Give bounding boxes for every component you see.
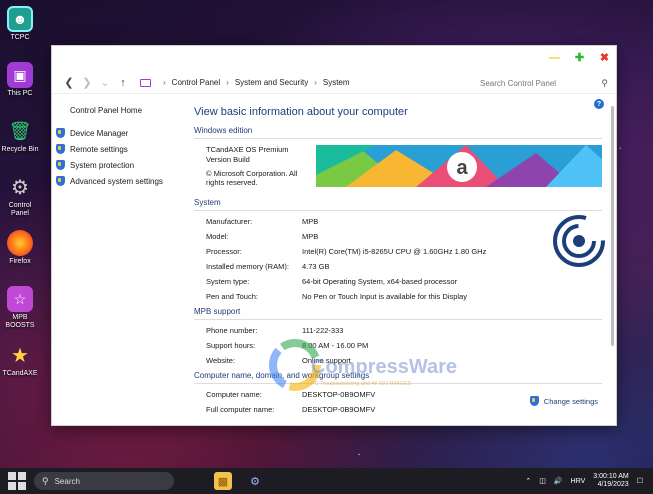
desktop-icons: ☻ TCPC ▣ This PC 🗑 Recycle Bin ⚙ Control… — [0, 6, 40, 398]
control-panel-home-link[interactable]: Control Panel Home — [70, 106, 186, 115]
section-system: System — [194, 198, 602, 211]
os-banner-image: a — [315, 145, 602, 187]
recent-locations-button[interactable]: ⌄ — [96, 76, 114, 89]
shield-icon — [529, 396, 539, 406]
language-indicator[interactable]: HRV — [571, 478, 586, 485]
start-button[interactable] — [8, 472, 26, 490]
system-window: — ✚ ✖ ❮ ❯ ⌄ ↑ › Control Panel › System a… — [51, 45, 617, 426]
taskbar: ⚲ Search ▩ ⚙ ⌃ ◫ 🔊 HRV 3:00:10 AM 4/19/2… — [0, 468, 653, 494]
edition-build: Version Build — [206, 154, 250, 164]
search-icon: ⚲ — [42, 475, 49, 486]
gear-icon: ⚙ — [11, 176, 29, 199]
remote-settings-link[interactable]: Remote settings — [56, 144, 186, 154]
monitor-icon — [140, 78, 151, 87]
compressware-watermark: CompressWare PC Troubleshooting and All … — [267, 333, 467, 393]
change-settings-link[interactable]: Change settings — [529, 396, 598, 406]
page-title: View basic information about your comput… — [194, 106, 408, 118]
network-icon[interactable]: ◫ — [539, 477, 546, 485]
edition-name: TCandAXE OS Premium — [206, 145, 289, 154]
shield-icon — [56, 144, 65, 154]
system-row: Installed memory (RAM): 4.73 GB — [206, 262, 330, 271]
shield-icon — [56, 160, 65, 170]
window-controls: — ✚ ✖ — [549, 53, 610, 64]
gear-icon[interactable]: ⚙ — [246, 472, 264, 490]
title-bar[interactable]: — ✚ ✖ — [52, 46, 616, 72]
system-row: Processor: Intel(R) Core(TM) i5-8265U CPU… — [206, 247, 487, 256]
svg-text:PC Troubleshooting and All ISO: PC Troubleshooting and All ISO IMAGES — [311, 381, 412, 387]
svg-text:a: a — [456, 157, 468, 179]
desktop-icon-recycle-bin[interactable]: 🗑 Recycle Bin — [0, 118, 40, 174]
boost-icon: ☆ — [7, 286, 33, 312]
tcpc-icon: ☻ — [7, 6, 33, 32]
search-input[interactable]: Search Control Panel ⚲ — [476, 75, 608, 91]
breadcrumb: › Control Panel › System and Security › … — [140, 78, 460, 87]
system-row: Pen and Touch: No Pen or Touch Input is a… — [206, 292, 467, 301]
breadcrumb-system[interactable]: System — [323, 78, 350, 87]
svg-text:CompressWare: CompressWare — [311, 356, 457, 378]
system-info: Manufacturer: MPB Model: MPB Processor: Int… — [194, 217, 602, 301]
file-explorer-icon[interactable]: ▩ — [214, 472, 232, 490]
shield-icon — [56, 176, 65, 186]
system-tray: ⌃ ◫ 🔊 HRV 3:00:10 AM 4/19/2023 ☐ — [525, 468, 643, 494]
volume-icon[interactable]: 🔊 — [554, 477, 563, 485]
edition-copyright: © Microsoft Corporation. All rights rese… — [206, 168, 298, 188]
desktop-icon-firefox[interactable]: Firefox — [0, 230, 40, 286]
desktop-icon-tcpc[interactable]: ☻ TCPC — [0, 6, 40, 62]
search-placeholder: Search Control Panel — [480, 78, 557, 88]
taskbar-search[interactable]: ⚲ Search — [34, 472, 174, 490]
breadcrumb-system-and-security[interactable]: System and Security — [235, 78, 308, 87]
chevron-up-icon[interactable]: ⌃ — [525, 477, 531, 485]
device-manager-link[interactable]: Device Manager — [56, 128, 186, 138]
up-button[interactable]: ↑ — [114, 77, 132, 89]
manufacturer-logo — [553, 215, 605, 267]
computer-row: Full computer name: DESKTOP-0B9OMFV — [206, 405, 376, 414]
system-row: Manufacturer: MPB — [206, 217, 319, 226]
clock[interactable]: 3:00:10 AM 4/19/2023 — [593, 473, 628, 490]
notification-icon[interactable]: ☐ — [637, 477, 643, 485]
system-row: Model: MPB — [206, 232, 319, 241]
recycle-bin-icon: 🗑 — [8, 120, 32, 141]
monitor-icon: ▣ — [7, 62, 33, 88]
advanced-system-settings-link[interactable]: Advanced system settings — [56, 176, 186, 186]
desktop-icon-control-panel[interactable]: ⚙ Control Panel — [0, 174, 40, 230]
system-row: System type: 64-bit Operating System, x64… — [206, 277, 458, 286]
section-support: MPB support — [194, 307, 602, 320]
section-windows-edition: Windows edition — [194, 126, 602, 139]
desktop-icon-this-pc[interactable]: ▣ This PC — [0, 62, 40, 118]
close-button[interactable]: ✖ — [599, 53, 610, 64]
scrollbar[interactable] — [611, 106, 614, 346]
firefox-icon — [7, 230, 33, 256]
desktop-icon-mpb-boosts[interactable]: ☆ MPB BOOSTS — [0, 286, 40, 342]
minimize-button[interactable]: — — [549, 53, 560, 64]
left-pane: Control Panel Home Device Manager Remote… — [56, 106, 186, 192]
shield-icon — [56, 128, 65, 138]
desktop-icon-tcandaxe[interactable]: ★ TCandAXE — [0, 342, 40, 398]
maximize-button[interactable]: ✚ — [574, 53, 585, 64]
breadcrumb-control-panel[interactable]: Control Panel — [172, 78, 220, 87]
system-protection-link[interactable]: System protection — [56, 160, 186, 170]
back-button[interactable]: ❮ — [60, 76, 78, 89]
star-icon: ★ — [11, 344, 29, 367]
forward-button[interactable]: ❯ — [78, 76, 96, 89]
edition-block: TCandAXE OS Premium Version Build © Micr… — [194, 145, 602, 188]
search-icon[interactable]: ⚲ — [601, 78, 608, 89]
